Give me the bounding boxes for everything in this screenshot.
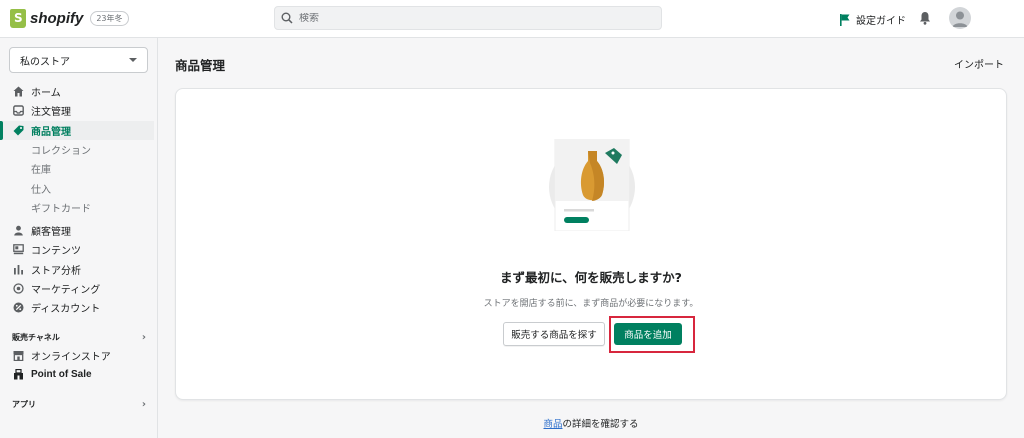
person-icon [12,225,24,237]
store-selector[interactable]: 私のストア [9,47,148,73]
learn-more-products-link[interactable]: 商品 [543,419,562,430]
shopify-bag-icon [10,9,26,28]
sidebar: 私のストア ホーム 注文管理 商品管理 コレクション 在庫 仕入 ギフトカード … [0,38,158,438]
learn-more-suffix: の詳細を確認する [562,419,639,430]
find-products-button[interactable]: 販売する商品を探す [503,322,605,346]
chevron-right-icon: › [141,332,146,343]
nav-label: コンテンツ [31,246,81,258]
inbox-icon [12,105,24,117]
logo-text: shopify [30,10,84,27]
nav-sub-inventory[interactable]: 在庫 [0,159,154,178]
home-icon [12,86,24,98]
bar-chart-icon [12,263,24,275]
import-button[interactable]: インポート [946,56,1012,71]
user-avatar[interactable] [949,7,971,29]
edition-badge: 23年冬 [90,11,129,26]
empty-state-card: まず最初に、何を販売しますか? ストアを開店する前に、まず商品が必要になります。… [175,88,1007,400]
nav-label: マーケティング [31,285,101,297]
secondary-nav: 顧客管理 コンテンツ ストア分析 マーケティング ディスカウント [0,221,154,317]
store-name: 私のストア [20,56,70,68]
nav-item-products[interactable]: 商品管理 [0,120,154,141]
tag-icon [12,124,24,136]
nav-item-discounts[interactable]: ディスカウント [0,298,154,317]
chevron-right-icon: › [141,399,146,410]
empty-products-illustration [549,139,635,231]
flag-icon [840,13,850,26]
empty-state-description: ストアを開店する前に、まず商品が必要になります。 [483,299,699,309]
nav-item-home[interactable]: ホーム [0,82,154,101]
caret-down-icon [129,58,137,62]
highlight-annotation-box [609,316,695,353]
store-icon [12,350,24,362]
target-icon [12,283,24,295]
sales-channels-label: 販売チャネル [12,333,60,342]
learn-more-text: 商品の詳細を確認する [0,416,1024,430]
content-icon [12,244,24,256]
nav-label: ホーム [31,88,61,100]
nav-label: Point of Sale [31,369,92,381]
nav-item-orders[interactable]: 注文管理 [0,101,154,120]
nav-item-online-store[interactable]: オンラインストア [0,346,154,365]
nav-label: 顧客管理 [31,227,71,239]
sales-channels-header[interactable]: 販売チャネル › [12,332,146,343]
top-bar: shopify 23年冬 設定ガイド [0,0,1024,38]
nav-sub-purchase-orders[interactable]: 仕入 [0,178,154,197]
main-nav: ホーム 注文管理 商品管理 コレクション 在庫 仕入 ギフトカード [0,82,154,217]
nav-label: ストア分析 [31,265,81,277]
notifications-button[interactable] [919,11,931,28]
search-icon [281,12,293,24]
nav-label: 注文管理 [31,107,71,119]
channels-nav: オンラインストア Point of Sale [0,346,154,385]
search-bar[interactable] [274,6,662,30]
nav-label: ディスカウント [31,304,101,316]
empty-state-heading: まず最初に、何を販売しますか? [500,270,682,285]
nav-sub-collections[interactable]: コレクション [0,140,154,159]
nav-item-content[interactable]: コンテンツ [0,240,154,259]
search-input[interactable] [299,12,639,24]
bell-icon [920,12,930,25]
setup-guide-button[interactable]: 設定ガイド [840,12,906,27]
nav-item-customers[interactable]: 顧客管理 [0,221,154,240]
nav-label: 商品管理 [31,126,71,138]
discount-icon [12,302,24,314]
nav-item-analytics[interactable]: ストア分析 [0,260,154,279]
nav-label: オンラインストア [31,352,111,364]
person-avatar-icon [952,11,968,27]
nav-sub-gift-cards[interactable]: ギフトカード [0,198,154,217]
nav-item-marketing[interactable]: マーケティング [0,279,154,298]
setup-guide-label: 設定ガイド [856,16,906,27]
pos-icon [12,369,24,381]
shopify-logo[interactable]: shopify 23年冬 [10,9,129,28]
page-title: 商品管理 [175,58,226,73]
nav-item-point-of-sale[interactable]: Point of Sale [0,365,154,384]
apps-label: アプリ [12,400,36,409]
apps-header[interactable]: アプリ › [12,399,146,410]
